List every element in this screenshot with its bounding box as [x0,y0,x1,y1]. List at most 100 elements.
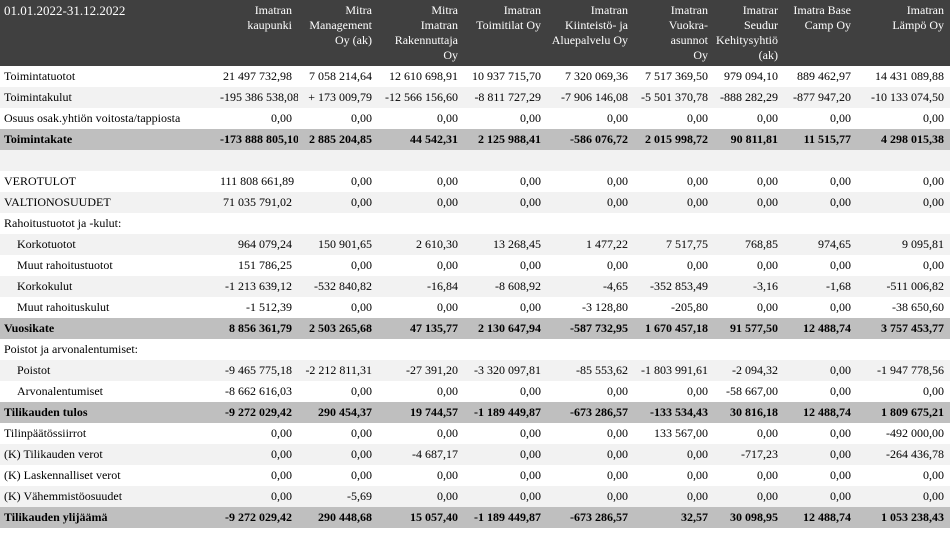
value-cell: 0,00 [351,258,372,272]
value-cell: 2 885 204,85 [309,132,372,146]
value-cell [378,213,464,234]
table-row: Poistot -9 465 775,18 -2 212 811,31 -27 391… [0,360,950,381]
value-cell: 0,00 [437,468,458,482]
value-cell: 0,00 [351,174,372,188]
value-cell [216,150,298,171]
value-cell: 0,00 [271,426,292,440]
value-cell: -673 286,57 [570,510,628,524]
financial-table: 01.01.2022-31.12.2022 Imatran kaupunki Mi… [0,0,950,528]
value-cell: 90 811,81 [730,132,778,146]
value-cell [464,213,547,234]
value-cell: -12 566 156,60 [385,90,458,104]
value-cell: -27 391,20 [406,363,458,377]
value-cell: 7 517,75 [666,237,708,251]
value-cell: 0,00 [520,468,541,482]
value-cell: 0,00 [437,426,458,440]
value-cell: -8 811 727,29 [474,90,541,104]
value-cell: 0,00 [923,174,944,188]
value-cell: 0,00 [607,258,628,272]
value-cell: 0,00 [520,300,541,314]
value-cell: -85 553,62 [576,363,628,377]
value-cell: 0,00 [757,195,778,209]
value-cell: -2 094,32 [732,363,778,377]
column-header: Imatran Lämpö Oy [892,3,944,32]
value-cell: 47 135,77 [410,321,458,335]
value-cell [857,150,950,171]
value-cell: -2 212 811,31 [305,363,372,377]
table-row: (K) Tilikauden verot 0,00 0,00 -4 687,17 0,0… [0,444,950,465]
value-cell: 0,00 [520,447,541,461]
value-cell: 0,00 [437,174,458,188]
value-cell: 0,00 [520,426,541,440]
value-cell: 0,00 [351,300,372,314]
value-cell [634,150,714,171]
row-label: Poistot [17,363,51,377]
value-cell: 290 448,68 [318,510,372,524]
value-cell: 133 567,00 [654,426,708,440]
value-cell [298,339,378,360]
value-cell: -587 732,95 [570,321,628,335]
table-row: Muut rahoituskulut -1 512,39 0,00 0,00 0,00 -… [0,297,950,318]
value-cell: 19 744,57 [410,405,458,419]
row-label: Tilinpäätössiirrot [4,426,87,440]
value-cell: 91 577,50 [730,321,778,335]
row-label: Toimintakate [4,132,73,146]
row-label: Vuosikate [4,321,55,335]
value-cell: 14 431 089,88 [875,69,944,83]
value-cell: 0,00 [607,447,628,461]
value-cell: -3 128,80 [582,300,628,314]
value-cell: 4 298 015,38 [881,132,944,146]
value-cell: 0,00 [757,489,778,503]
value-cell [634,213,714,234]
row-label: Korkokulut [17,279,73,293]
value-cell: 2 610,30 [416,237,458,251]
row-label: Arvonalentumiset [17,384,103,398]
value-cell: 10 937 715,70 [472,69,541,83]
value-cell: 0,00 [687,111,708,125]
row-label: Rahoitustuotot ja -kulut: [4,216,122,230]
value-cell: 0,00 [757,111,778,125]
value-cell: 0,00 [607,195,628,209]
value-cell: -1 189 449,87 [474,510,541,524]
row-label: Muut rahoitustuotot [17,258,113,272]
value-cell: 0,00 [607,174,628,188]
value-cell: 2 125 988,41 [478,132,541,146]
row-label: Korkotuotot [17,237,76,251]
value-cell: 974,65 [818,237,851,251]
value-cell: 71 035 791,02 [223,195,292,209]
value-cell: -8 608,92 [495,279,541,293]
total-row: Toimintakate -173 888 805,10 2 885 204,85 4… [0,129,950,150]
value-cell: 32,57 [681,510,708,524]
value-cell: 0,00 [607,111,628,125]
value-cell: -9 272 029,42 [225,405,292,419]
value-cell: 0,00 [437,195,458,209]
value-cell: 1 809 675,21 [881,405,944,419]
value-cell: -532 840,82 [314,279,372,293]
value-cell: 0,00 [437,111,458,125]
value-cell: 889 462,97 [797,69,851,83]
value-cell: -16,84 [427,279,458,293]
value-cell: 0,00 [923,468,944,482]
row-label: Toimintakulut [4,90,72,104]
value-cell: 0,00 [830,447,851,461]
value-cell: 0,00 [757,468,778,482]
table-row: Korkotuotot 964 079,24 150 901,65 2 610,30 1… [0,234,950,255]
value-cell: 44 542,31 [410,132,458,146]
value-cell: 0,00 [437,300,458,314]
value-cell: 0,00 [830,468,851,482]
row-label: Toimintatuotot [4,69,76,83]
value-cell [714,213,784,234]
value-cell: -673 286,57 [570,405,628,419]
value-cell [547,213,634,234]
value-cell [216,213,298,234]
column-header: Imatra Base Camp Oy [793,3,851,32]
value-cell: -7 906 146,08 [561,90,628,104]
value-cell: 0,00 [607,489,628,503]
value-cell: -4 687,17 [412,447,458,461]
value-cell: 0,00 [351,195,372,209]
value-cell: 12 488,74 [803,510,851,524]
value-cell: 0,00 [437,384,458,398]
value-cell [378,339,464,360]
value-cell: 0,00 [271,111,292,125]
table-row: Osuus osak.yhtiön voitosta/tappiosta 0,00… [0,108,950,129]
